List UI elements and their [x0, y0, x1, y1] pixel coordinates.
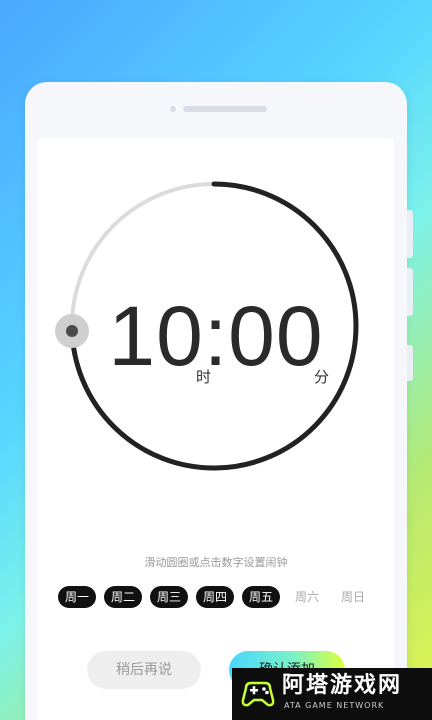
later-button[interactable]: 稍后再说: [87, 651, 201, 689]
weekday-tue[interactable]: 周二: [104, 586, 142, 608]
weekday-sun[interactable]: 周日: [334, 586, 372, 608]
weekday-selector: 周一 周二 周三 周四 周五 周六 周日: [58, 586, 378, 610]
gamepad-logo-icon: [241, 681, 275, 707]
watermark-subtitle: ATA GAME NETWORK: [284, 701, 385, 710]
weekday-sat[interactable]: 周六: [288, 586, 326, 608]
weekday-wed[interactable]: 周三: [150, 586, 188, 608]
time-display[interactable]: 10:00: [0, 288, 432, 384]
gradient-background: 10:00 时 分 滑动圆圈或点击数字设置闹钟 周一 周二 周三 周四 周五 周…: [0, 0, 432, 720]
instruction-text: 滑动圆圈或点击数字设置闹钟: [144, 556, 288, 569]
site-watermark: 阿塔游戏网 ATA GAME NETWORK: [232, 668, 432, 720]
watermark-name: 阿塔游戏网: [282, 673, 403, 698]
hour-unit-label: 时: [196, 368, 212, 386]
weekday-thu[interactable]: 周四: [196, 586, 234, 608]
weekday-fri[interactable]: 周五: [242, 586, 280, 608]
weekday-mon[interactable]: 周一: [58, 586, 96, 608]
minute-unit-label: 分: [314, 368, 330, 386]
